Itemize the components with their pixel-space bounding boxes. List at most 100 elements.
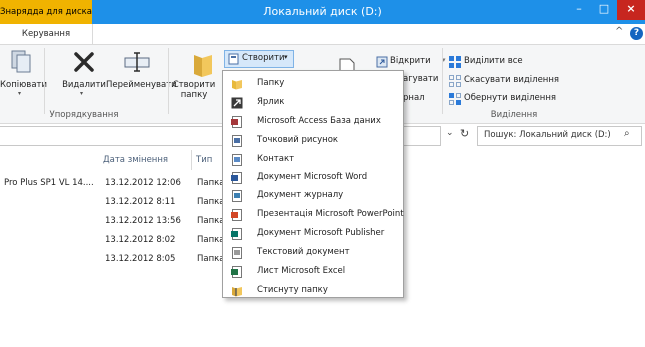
- chevron-down-icon: ▾: [80, 90, 84, 97]
- maximize-button[interactable]: □: [593, 0, 615, 20]
- column-divider: [191, 150, 192, 170]
- close-button[interactable]: ×: [617, 0, 645, 20]
- new-item-label: Створити: [242, 53, 285, 63]
- menu-item[interactable]: Документ Microsoft Word: [223, 169, 403, 187]
- delete-button[interactable]: Видалити ▾: [60, 48, 108, 97]
- file-type: Папка: [197, 178, 225, 188]
- new-folder-button[interactable]: Створити папку: [170, 48, 218, 100]
- menu-item-label: Точковий рисунок: [257, 135, 339, 145]
- menu-item[interactable]: Документ Microsoft Publisher: [223, 225, 403, 243]
- select-group-label: Виділення: [490, 110, 538, 120]
- rename-icon: [124, 52, 150, 72]
- access-icon: [231, 116, 243, 128]
- column-header-date-modified[interactable]: Дата змінення: [103, 155, 168, 165]
- column-header-type[interactable]: Тип: [196, 155, 212, 165]
- new-item-button[interactable]: Створити ▾: [224, 50, 294, 68]
- select-all-icon: [449, 56, 461, 68]
- folder-icon: [194, 55, 212, 77]
- menu-item-label: Презентація Microsoft PowerPoint: [257, 209, 404, 219]
- file-date: 13.12.2012 8:11: [105, 197, 176, 207]
- rename-button[interactable]: Перейменувати: [106, 48, 177, 94]
- file-type: Папка: [197, 235, 225, 245]
- file-type: Папка: [197, 197, 225, 207]
- divider: [44, 48, 45, 114]
- search-input[interactable]: Пошук: Локальний диск (D:) ⌕: [477, 126, 642, 146]
- new-item-menu: Папку Ярлик Microsoft Access База даних Точ…: [222, 70, 404, 298]
- menu-item-label: Папку: [257, 78, 285, 88]
- open-button[interactable]: Відкрити ▾: [376, 55, 448, 69]
- menu-item[interactable]: Microsoft Access База даних: [223, 113, 403, 131]
- select-all-button[interactable]: Виділити все: [449, 55, 569, 69]
- invert-selection-label: Обернути виділення: [464, 93, 556, 103]
- word-icon: [231, 172, 243, 184]
- menu-item[interactable]: Контакт: [223, 151, 403, 169]
- new-item-icon: [228, 53, 239, 65]
- file-date: 13.12.2012 8:02: [105, 235, 176, 245]
- divider: [168, 48, 169, 114]
- minimize-button[interactable]: –: [565, 0, 593, 20]
- file-type: Папка: [197, 216, 225, 226]
- menu-item-label: Текстовий документ: [257, 247, 350, 257]
- refresh-icon[interactable]: ↻: [460, 127, 469, 140]
- powerpoint-icon: [231, 209, 243, 221]
- chevron-down-icon: ▾: [18, 90, 22, 97]
- delete-icon: [74, 52, 94, 72]
- menu-item[interactable]: Ярлик: [223, 94, 403, 112]
- select-all-label: Виділити все: [464, 56, 523, 66]
- chevron-down-icon[interactable]: ⌄: [446, 128, 454, 138]
- rename-label: Перейменувати: [106, 80, 177, 90]
- menu-item[interactable]: Презентація Microsoft PowerPoint: [223, 206, 404, 224]
- menu-item[interactable]: Точковий рисунок: [223, 132, 403, 150]
- divider: [442, 48, 443, 114]
- organize-group-label: Упорядкування: [49, 110, 119, 120]
- select-none-button[interactable]: Скасувати виділення: [449, 74, 569, 88]
- open-icon: [376, 56, 388, 68]
- text-document-icon: [231, 247, 243, 259]
- invert-selection-icon: [449, 93, 461, 105]
- zip-folder-icon: [231, 285, 243, 297]
- edit-button[interactable]: агувати: [403, 74, 438, 84]
- copy-label: Копіювати: [0, 80, 48, 90]
- select-none-icon: [449, 75, 461, 87]
- new-folder-label: Створити папку: [172, 80, 216, 100]
- menu-item[interactable]: Текстовий документ: [223, 244, 403, 262]
- menu-item-label: Документ журналу: [257, 190, 344, 200]
- chevron-down-icon: ▾: [284, 53, 288, 61]
- publisher-icon: [231, 228, 243, 240]
- menu-item-label: Стиснуту папку: [257, 285, 328, 295]
- tab-drive-tools[interactable]: Знарядда для диска: [0, 0, 92, 24]
- menu-item-label: Microsoft Access База даних: [257, 116, 381, 126]
- help-icon[interactable]: ?: [630, 27, 643, 40]
- open-label: Відкрити: [390, 56, 431, 66]
- excel-icon: [231, 266, 243, 278]
- menu-item[interactable]: Папку: [223, 75, 403, 93]
- menu-item-label: Лист Microsoft Excel: [257, 266, 346, 276]
- search-icon: ⌕: [624, 128, 630, 139]
- menu-item[interactable]: Документ журналу: [223, 187, 403, 205]
- search-placeholder: Пошук: Локальний диск (D:): [484, 130, 611, 140]
- ribbon-tab-row: [0, 24, 645, 45]
- menu-item-label: Документ Microsoft Word: [257, 172, 368, 182]
- collapse-ribbon-icon[interactable]: ^: [615, 26, 623, 37]
- file-date: 13.12.2012 12:06: [105, 178, 181, 188]
- menu-item-label: Контакт: [257, 154, 295, 164]
- file-type: Папка: [197, 254, 225, 264]
- invert-selection-button[interactable]: Обернути виділення: [449, 92, 569, 106]
- menu-item[interactable]: Лист Microsoft Excel: [223, 263, 403, 281]
- file-date: 13.12.2012 8:05: [105, 254, 176, 264]
- folder-icon: [231, 78, 243, 90]
- history-button[interactable]: рнал: [403, 93, 425, 103]
- select-none-label: Скасувати виділення: [464, 75, 560, 85]
- delete-label: Видалити: [62, 80, 106, 90]
- menu-item[interactable]: Стиснуту папку: [223, 282, 403, 300]
- tab-manage[interactable]: Керування: [0, 24, 93, 44]
- copy-icon: [11, 50, 31, 73]
- contact-icon: [231, 154, 243, 166]
- file-name[interactable]: Pro Plus SP1 VL 14....: [4, 178, 94, 188]
- menu-item-label: Ярлик: [257, 97, 285, 107]
- menu-item-label: Документ Microsoft Publisher: [257, 228, 385, 238]
- journal-icon: [231, 190, 243, 202]
- bitmap-icon: [231, 135, 243, 147]
- copy-button[interactable]: Копіювати ▾: [0, 48, 48, 97]
- shortcut-icon: [231, 97, 243, 109]
